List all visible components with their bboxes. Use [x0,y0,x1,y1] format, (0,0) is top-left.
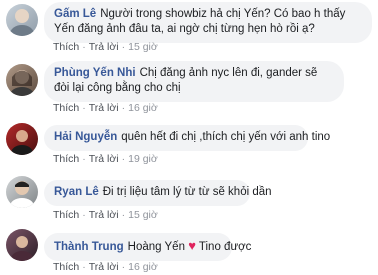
reply-button[interactable]: Trả lời [89,153,119,165]
like-button[interactable]: Thích [53,261,79,273]
avatar-image [11,130,33,155]
like-button[interactable]: Thích [53,41,79,53]
comment-actions: Thích · Trả lời · 15 giờ [53,209,158,221]
reply-button[interactable]: Trả lời [89,102,119,114]
avatar[interactable] [6,123,38,155]
comment-bubble: Thành Trung Hoàng Yến ♥ Tino được [44,233,251,261]
comment-bubble: Gấm Lê Người trong showbiz hả chị Yến? Có… [44,2,372,43]
avatar-image [10,181,34,208]
comment-author[interactable]: Gấm Lê [54,8,96,20]
reply-button[interactable]: Trả lời [89,41,119,53]
comment-bubble: Ryan Lê Đi trị liệu tâm lý từ từ sẽ khỏi … [44,180,272,206]
comment-text: quên hết đi chị ,thích chị yến với anh t… [121,131,331,143]
like-button[interactable]: Thích [53,102,79,114]
comment-actions: Thích · Trả lời · 16 giờ [53,261,158,273]
like-button[interactable]: Thích [53,209,79,221]
avatar-image [10,9,34,36]
comment-author[interactable]: Ryan Lê [54,186,99,198]
timestamp[interactable]: 19 giờ [128,153,158,165]
comment-actions: Thích · Trả lời · 19 giờ [53,153,158,165]
comment-bubble: Phùng Yến Nhi Chị đăng ảnh nyc lên đi, ga… [44,61,344,102]
comment-actions: Thích · Trả lời · 16 giờ [53,102,158,114]
comment-text: Người trong showbiz hả chị Yến? Có bao h… [54,8,346,35]
comment-text: Tino được [198,241,252,253]
heart-icon: ♥ [188,238,196,253]
avatar[interactable] [6,229,38,261]
comment-author[interactable]: Phùng Yến Nhi [54,67,136,79]
comment-text: Đi trị liệu tâm lý từ từ sẽ khỏi dần [102,186,272,198]
timestamp[interactable]: 16 giờ [128,261,158,273]
avatar[interactable] [6,4,38,36]
comment-author[interactable]: Hải Nguyễn [54,131,117,143]
like-button[interactable]: Thích [53,153,79,165]
reply-button[interactable]: Trả lời [89,209,119,221]
reply-button[interactable]: Trả lời [89,261,119,273]
avatar[interactable] [6,64,38,96]
timestamp[interactable]: 15 giờ [128,41,158,53]
timestamp[interactable]: 15 giờ [128,209,158,221]
comment-bubble: Hải Nguyễn quên hết đi chị ,thích chị yến… [44,125,330,151]
comment-text: Hoàng Yến [127,241,185,253]
comment-author[interactable]: Thành Trung [54,241,124,253]
avatar-image [11,236,33,261]
comment-actions: Thích · Trả lời · 15 giờ [53,41,158,53]
avatar[interactable] [6,176,38,208]
avatar-image [10,70,34,96]
timestamp[interactable]: 16 giờ [128,102,158,114]
